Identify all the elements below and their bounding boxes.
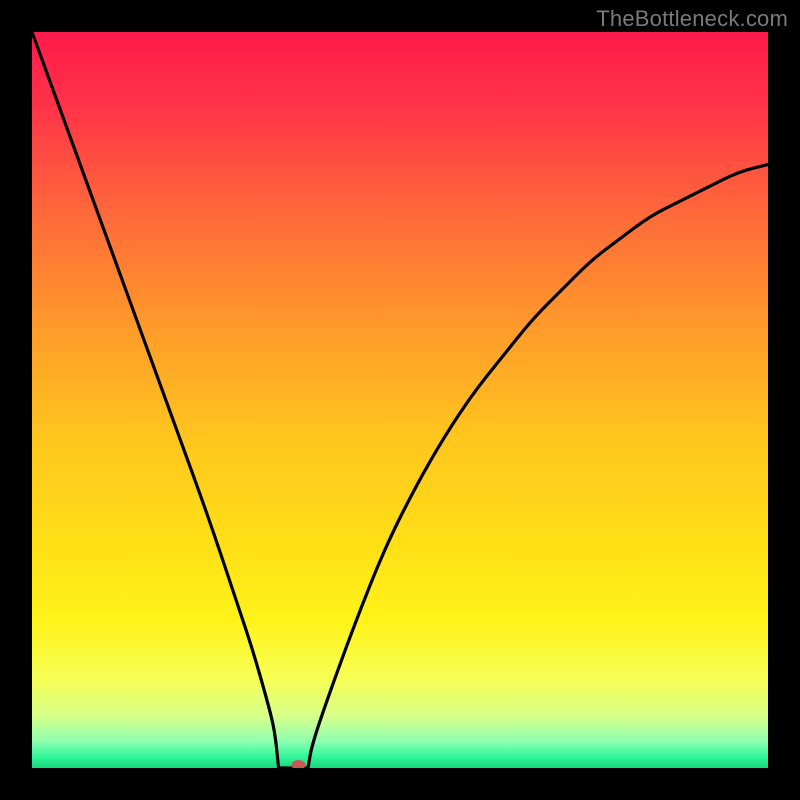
gradient-background (32, 32, 768, 768)
watermark-text: TheBottleneck.com (596, 6, 788, 32)
chart-frame (32, 32, 768, 768)
bottleneck-plot (32, 32, 768, 768)
